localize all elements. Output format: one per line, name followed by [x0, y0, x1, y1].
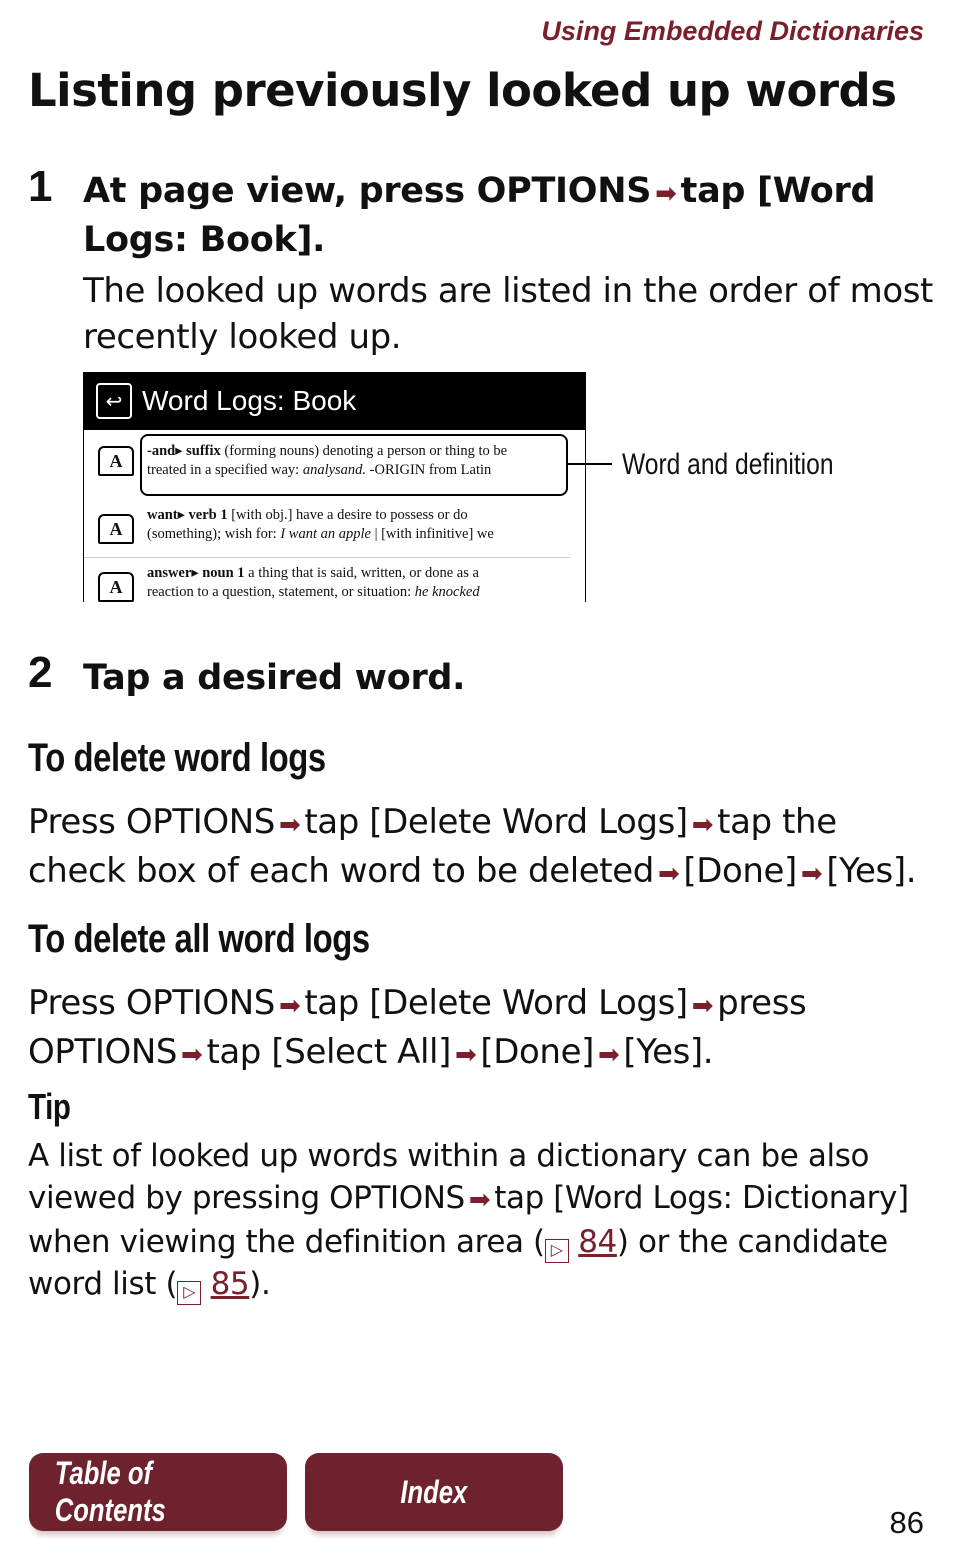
text: tap [Delete Word Logs]	[304, 802, 688, 842]
def: | [with infinitive] we	[370, 526, 494, 542]
arrow-right-icon: ➡	[657, 859, 680, 889]
text: tap [Select All]	[206, 1032, 451, 1072]
text: [Yes].	[623, 1032, 714, 1072]
table-of-contents-button[interactable]: Table of Contents	[29, 1453, 287, 1531]
device-screenshot: ↩ Word Logs: Book A -and▸ suffix (formin…	[83, 372, 586, 602]
text: tap [Word	[680, 171, 876, 211]
text: Logs: Book].	[83, 220, 326, 260]
text: tap [Delete Word Logs]	[304, 983, 688, 1023]
text: Press OPTIONS	[28, 983, 275, 1023]
arrow-right-icon: ➡	[597, 1040, 620, 1070]
page-link-85[interactable]: 85	[211, 1266, 250, 1302]
tip-heading: Tip	[28, 1086, 71, 1127]
arrow-right-icon: ➡	[181, 1040, 203, 1070]
text: [Yes].	[826, 851, 917, 891]
text: ).	[249, 1266, 271, 1302]
step-1-heading: At page view, press OPTIONS ➡ tap [Word Log…	[83, 168, 933, 263]
arrow-right-icon: ➡	[278, 991, 301, 1021]
step-number: 1	[28, 162, 53, 211]
step-2-heading: Tap a desired word.	[83, 658, 466, 698]
button-label: Index	[400, 1473, 468, 1510]
subheading-delete-all: To delete all word logs	[28, 917, 370, 961]
arrow-right-icon: ➡	[278, 810, 301, 840]
def: reaction to a question, statement, or si…	[147, 584, 415, 600]
callout-line	[568, 463, 612, 465]
arrow-right-icon: ➡	[454, 1040, 477, 1070]
text: At page view, press OPTIONS	[83, 171, 652, 211]
page-reference-icon: ▷	[544, 1239, 569, 1263]
callout-label: Word and definition	[622, 448, 834, 481]
entry-text: want▸ verb 1 [with obj.] have a desire t…	[147, 507, 494, 542]
pos: suffix	[186, 443, 221, 459]
word-log-entry: A answer▸ noun 1 a thing that is said, w…	[84, 560, 584, 602]
back-icon: ↩	[96, 383, 132, 419]
subheading-delete: To delete word logs	[28, 736, 326, 780]
word: -and	[147, 443, 176, 459]
example: he knocked	[414, 584, 480, 600]
word-log-entry: A -and▸ suffix (forming nouns) denoting …	[84, 434, 584, 496]
def: (something); wish for:	[147, 526, 281, 542]
def: (forming nouns) denoting a person or thi…	[224, 443, 508, 459]
text: [Done]	[683, 851, 797, 891]
index-button[interactable]: Index	[305, 1453, 563, 1531]
def: [with obj.] have a desire to possess or …	[231, 507, 468, 523]
example: I want an apple	[280, 526, 371, 542]
entry-text: -and▸ suffix (forming nouns) denoting a …	[147, 443, 508, 478]
pos: noun 1	[202, 565, 245, 581]
word-log-entry: A want▸ verb 1 [with obj.] have a desire…	[84, 502, 570, 558]
delete-all-instructions: Press OPTIONS ➡ tap [Delete Word Logs] ➡ pre…	[28, 980, 908, 1078]
page-title: Listing previously looked up words	[28, 64, 897, 117]
word: answer	[147, 565, 192, 581]
page-reference-icon: ▷	[177, 1281, 202, 1305]
step-1-description: The looked up words are listed in the or…	[83, 271, 933, 357]
def: treated in a specified way:	[147, 462, 303, 478]
step-number: 2	[28, 648, 53, 697]
def: a thing that is said, written, or done a…	[248, 565, 479, 581]
page-number: 86	[889, 1505, 924, 1540]
arrow-right-icon: ➡	[691, 991, 714, 1021]
screen-title-bar: ↩ Word Logs: Book	[84, 372, 585, 430]
text: [Done]	[480, 1032, 594, 1072]
arrow-right-icon: ➡	[691, 810, 714, 840]
entry-text: answer▸ noun 1 a thing that is said, wri…	[147, 565, 480, 600]
dictionary-book-icon: A	[98, 572, 134, 602]
word: want	[147, 507, 178, 523]
arrow-right-icon: ➡	[800, 859, 823, 889]
arrow-right-icon: ➡	[468, 1185, 491, 1215]
tip-text: A list of looked up words within a dicti…	[28, 1135, 928, 1305]
page-link-84[interactable]: 84	[578, 1224, 617, 1260]
arrow-right-icon: ➡	[655, 179, 677, 209]
dictionary-book-icon: A	[98, 446, 134, 476]
button-label: Table of Contents	[54, 1455, 166, 1528]
def: -ORIGIN from Latin	[366, 462, 492, 478]
screen-title: Word Logs: Book	[142, 385, 357, 416]
example: analysand.	[302, 462, 367, 478]
dictionary-book-icon: A	[98, 514, 134, 544]
pos: verb 1	[188, 507, 228, 523]
text: Press OPTIONS	[28, 802, 275, 842]
delete-instructions: Press OPTIONS ➡ tap [Delete Word Logs] ➡ tap…	[28, 799, 938, 897]
section-header: Using Embedded Dictionaries	[541, 16, 924, 46]
